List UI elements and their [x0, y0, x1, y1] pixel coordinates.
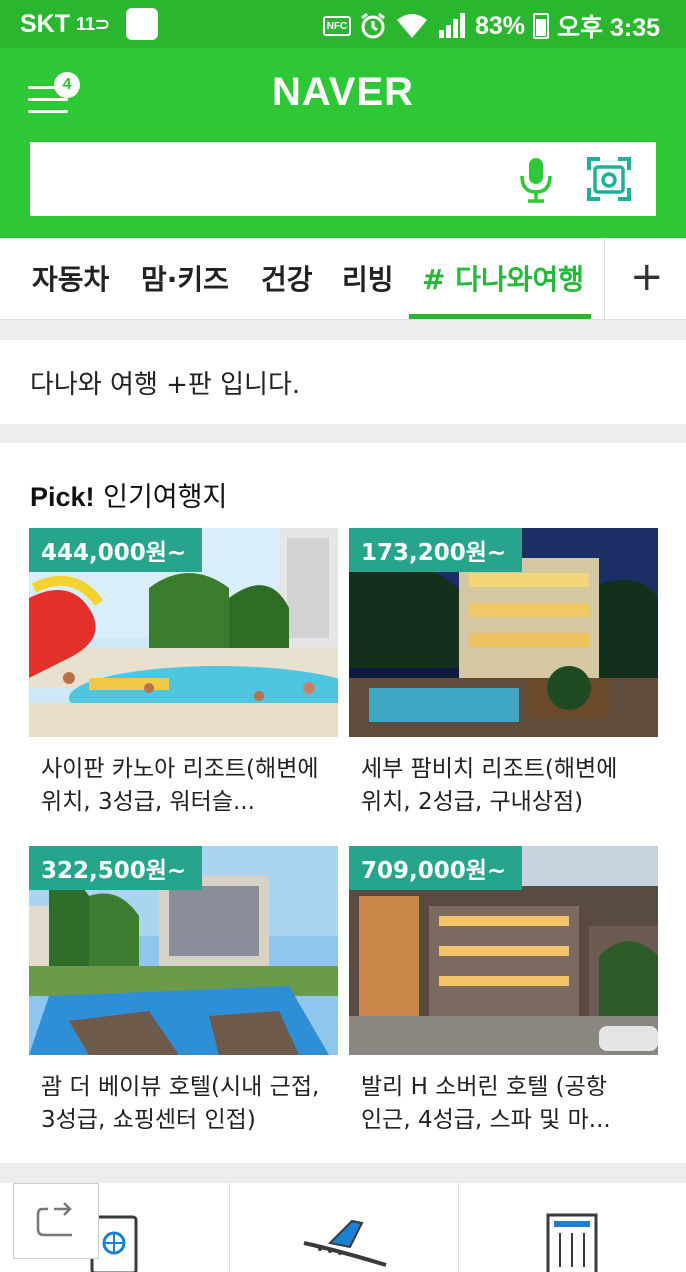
camera-search-icon[interactable] [586, 156, 632, 202]
card-title: 세부 팜비치 리조트(해변에 위치, 2성급, 구내상점) [361, 756, 618, 815]
category-tabs: 자동차 맘·키즈 건강 리빙 # 다나와여행 + [0, 238, 686, 320]
share-button[interactable] [13, 1183, 99, 1259]
tab-divider [604, 238, 605, 320]
active-tab-indicator [409, 314, 591, 319]
card-title: 괌 더 베이뷰 호텔(시내 근접, 3성급, 쇼핑센터 인접) [41, 1074, 320, 1133]
price-badge: 444,000원~ [29, 528, 203, 572]
price-badge: 322,500원~ [29, 846, 203, 890]
section-title: Pick! 인기여행지 [30, 482, 228, 513]
add-tab-button[interactable]: + [630, 254, 664, 300]
intro-text: 다나와 여행 +판 입니다. [30, 370, 301, 400]
carrier-extra: 11⊃ [76, 13, 111, 34]
search-input[interactable] [30, 142, 500, 216]
price-badge: 709,000원~ [349, 846, 523, 890]
tab-living[interactable]: 리빙 [342, 258, 394, 298]
hotel-icon[interactable] [544, 1207, 600, 1272]
price-badge: 173,200원~ [349, 528, 523, 572]
tab-health[interactable]: 건강 [261, 258, 313, 298]
tab-mom-kids[interactable]: 맘·키즈 [141, 258, 229, 298]
signal-icon [438, 13, 465, 38]
card-title: 사이판 카노아 리조트(해변에 위치, 3성급, 워터슬... [41, 756, 319, 815]
card-title: 발리 H 소버린 호텔 (공항 인근, 4성급, 스파 및 마... [361, 1074, 611, 1133]
battery-icon [533, 13, 550, 39]
carrier-label: SKT [20, 9, 70, 38]
clock: 오후 3:35 [557, 14, 660, 42]
tab-cars[interactable]: 자동차 [32, 258, 109, 298]
nfc-icon: NFC [322, 16, 351, 36]
airplane-icon[interactable] [300, 1207, 390, 1272]
notification-icon [126, 8, 159, 40]
microphone-icon[interactable] [516, 156, 556, 204]
divider [229, 1183, 230, 1272]
wifi-icon [396, 14, 427, 38]
status-bar: SKT 11⊃ NFC 83% 오후 3:35 [0, 0, 686, 48]
bottom-nav [0, 1183, 686, 1272]
header: 4 NAVER [0, 48, 686, 238]
intro-section: 다나와 여행 +판 입니다. [0, 340, 686, 424]
tab-danawa-travel[interactable]: # 다나와여행 [422, 258, 584, 298]
divider [458, 1183, 459, 1272]
battery-percent: 83% [474, 11, 526, 40]
search-box [30, 142, 656, 216]
alarm-icon [361, 12, 385, 39]
naver-logo[interactable]: NAVER [0, 70, 686, 115]
pick-section: Pick! 인기여행지 444,000원~ 사이판 카노아 리조트(해변에 위치… [0, 443, 686, 1163]
share-arrow-icon [36, 1202, 72, 1237]
